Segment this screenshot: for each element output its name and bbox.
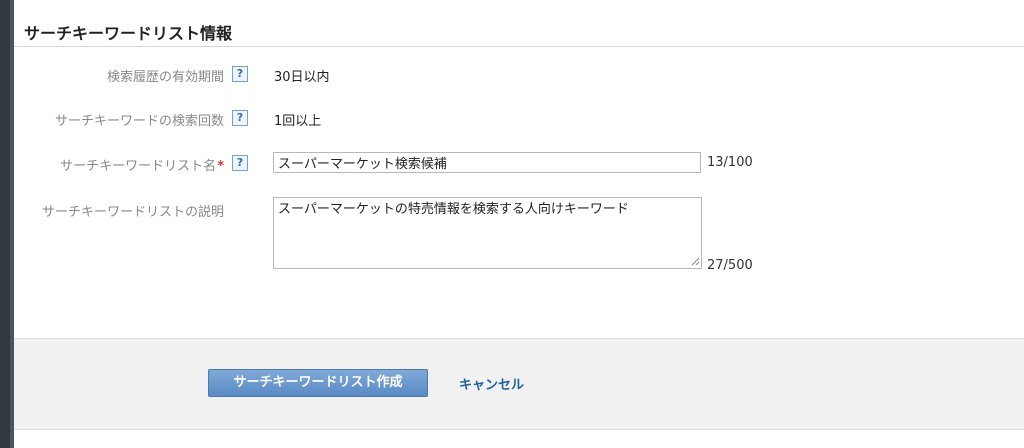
section-title: サーチキーワードリスト情報 [24,24,233,43]
required-mark: * [217,159,224,174]
list-name-label-text: サーチキーワードリスト名 [60,159,217,174]
list-name-char-counter: 13/100 [707,155,753,170]
list-name-input[interactable] [273,152,701,173]
search-count-help-icon[interactable]: ? [232,110,248,126]
history-period-label: 検索履歴の有効期間 [107,66,224,85]
history-period-value: 30日以内 [274,70,330,85]
description-char-counter: 27/500 [707,258,753,273]
left-window-edge [0,0,14,448]
list-name-label: サーチキーワードリスト名* [60,155,224,174]
history-period-label-text: 検索履歴の有効期間 [106,70,224,85]
search-count-value: 1回以上 [274,114,322,129]
history-period-help-icon[interactable]: ? [232,66,248,82]
cancel-link[interactable]: キャンセル [459,374,524,393]
search-count-label: サーチキーワードの検索回数 [55,110,224,129]
description-label: サーチキーワードリストの説明 [42,201,224,220]
search-count-label-text: サーチキーワードの検索回数 [54,114,224,129]
list-name-help-icon[interactable]: ? [232,155,248,171]
description-label-text: サーチキーワードリストの説明 [41,205,224,220]
create-keyword-list-button[interactable]: サーチキーワードリスト作成 [208,369,428,397]
page: サーチキーワードリスト情報 検索履歴の有効期間 ? 30日以内 サーチキーワード… [0,0,1024,448]
description-textarea[interactable]: スーパーマーケットの特売情報を検索する人向けキーワード [273,197,702,269]
